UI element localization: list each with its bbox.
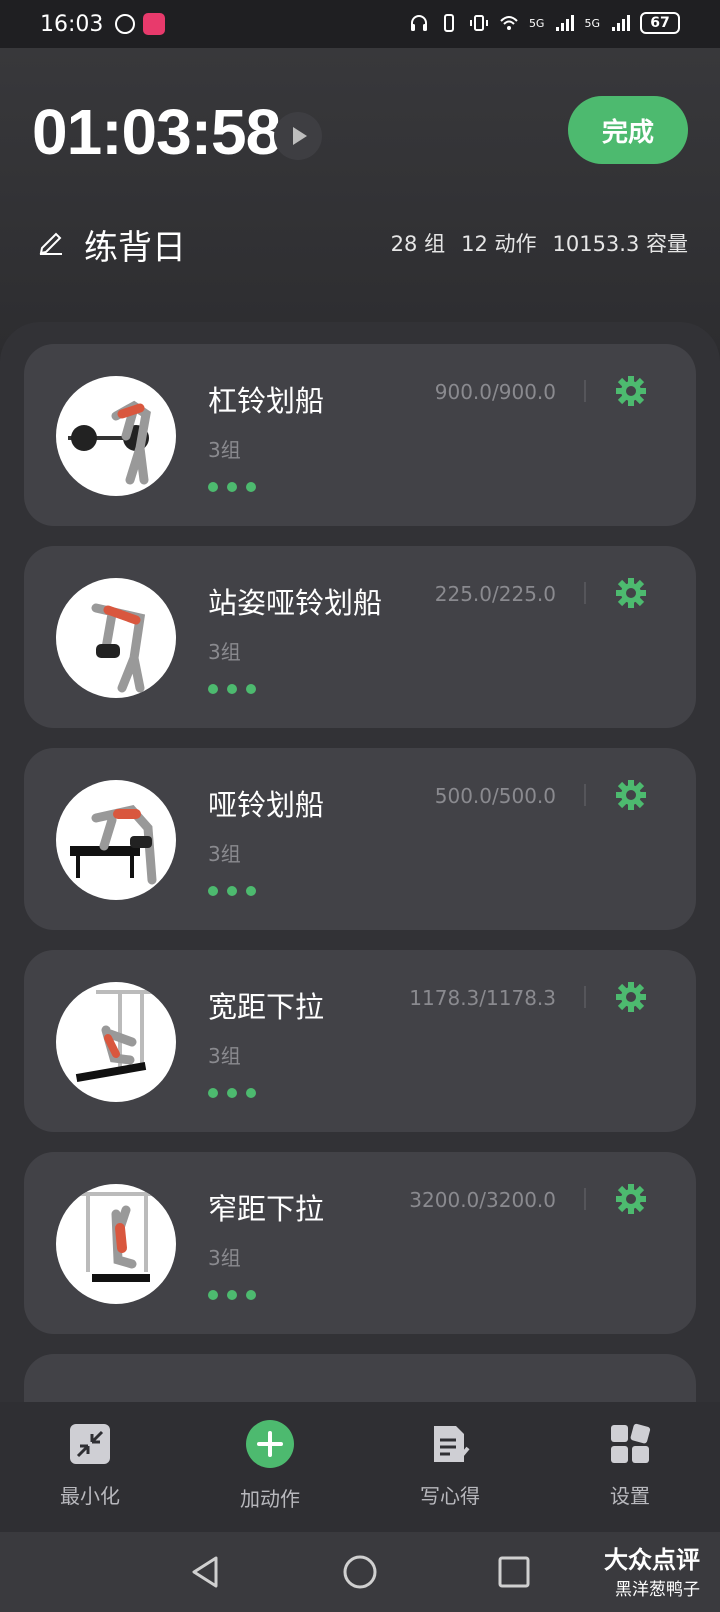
watermark: 大众点评 黑洋葱鸭子 [604, 1540, 700, 1600]
divider [584, 380, 586, 402]
recents-icon[interactable] [494, 1552, 534, 1592]
gear-icon[interactable] [614, 576, 648, 610]
workout-header [0, 48, 720, 348]
battery-icon: 67 [640, 12, 680, 34]
app-notification-icon [143, 13, 166, 35]
signal-icon [556, 15, 575, 31]
wifi-icon [500, 16, 518, 30]
network-5g-label-a: 5G [528, 16, 545, 30]
notes-icon [434, 1426, 470, 1462]
divider [584, 582, 586, 604]
add-exercise-label: 加动作 [240, 1487, 300, 1511]
divider [584, 784, 586, 806]
exercise-name: 杠铃划船 [208, 384, 325, 418]
add-icon [246, 1420, 294, 1468]
exercise-card-partial[interactable] [24, 1354, 696, 1402]
minimize-label: 最小化 [60, 1484, 120, 1508]
stat-sets: 28 组 [390, 232, 446, 256]
more-options-dots[interactable] [208, 1088, 256, 1098]
status-time: 16:03 [40, 11, 104, 37]
settings-label: 设置 [610, 1484, 650, 1508]
play-icon [293, 127, 307, 145]
gear-icon[interactable] [614, 1182, 648, 1216]
workout-title[interactable]: 练背日 [84, 220, 186, 269]
exercise-card[interactable]: 哑铃划船 3组 500.0/500.0 [24, 748, 696, 930]
more-options-dots[interactable] [208, 1290, 256, 1300]
bottom-toolbar: 最小化 加动作 写心得 设置 [0, 1402, 720, 1532]
exercise-sets: 3组 [208, 438, 241, 462]
exercise-sets: 3组 [208, 640, 241, 664]
exercise-volume: 900.0/900.0 [434, 380, 556, 404]
exercise-card[interactable]: 杠铃划船 3组 900.0/900.0 [24, 344, 696, 526]
exercise-name: 哑铃划船 [208, 788, 325, 822]
exercise-card[interactable]: 宽距下拉 3组 1178.3/1178.3 [24, 950, 696, 1132]
stat-volume: 10153.3 容量 [552, 232, 688, 256]
stat-exercises: 12 动作 [461, 232, 537, 256]
exercise-name: 宽距下拉 [208, 990, 325, 1024]
minimize-icon [70, 1424, 110, 1464]
workout-timer: 01:03:58 [32, 96, 281, 168]
exercise-card[interactable]: 窄距下拉 3组 3200.0/3200.0 [24, 1152, 696, 1334]
device-battery-icon [443, 14, 454, 32]
gear-icon[interactable] [614, 778, 648, 812]
more-options-dots[interactable] [208, 482, 256, 492]
exercise-volume: 500.0/500.0 [434, 784, 556, 808]
exercise-thumbnail [56, 578, 176, 698]
minimize-button[interactable]: 最小化 [0, 1402, 180, 1532]
exercise-thumbnail [56, 376, 176, 496]
exercise-volume: 1178.3/1178.3 [409, 986, 556, 1010]
exercise-volume: 225.0/225.0 [434, 582, 556, 606]
signal-icon-2 [612, 15, 630, 31]
vibrate-icon [469, 15, 488, 31]
exercise-sets: 3组 [208, 1246, 241, 1270]
status-bar: 16:03 5G 5G 67 [0, 0, 720, 48]
gear-icon[interactable] [614, 374, 648, 408]
watermark-user: 黑洋葱鸭子 [615, 1580, 700, 1600]
workout-stats: 28 组 12 动作 10153.3 容量 [391, 228, 688, 258]
exercise-thumbnail [56, 1184, 176, 1304]
settings-button[interactable]: 设置 [540, 1402, 720, 1532]
back-icon[interactable] [186, 1552, 226, 1592]
exercise-sets: 3组 [208, 842, 241, 866]
home-icon[interactable] [340, 1552, 380, 1592]
alarm-icon [115, 14, 136, 34]
grid-settings-icon [611, 1423, 651, 1463]
add-exercise-button[interactable]: 加动作 [180, 1402, 360, 1532]
gear-icon[interactable] [614, 980, 648, 1014]
exercise-name: 站姿哑铃划船 [208, 586, 383, 620]
divider [584, 986, 586, 1008]
watermark-brand: 大众点评 [604, 1546, 700, 1574]
exercise-sets: 3组 [208, 1044, 241, 1068]
exercise-volume: 3200.0/3200.0 [409, 1188, 556, 1212]
exercise-card[interactable]: 站姿哑铃划船 3组 225.0/225.0 [24, 546, 696, 728]
exercise-name: 窄距下拉 [208, 1192, 325, 1226]
system-nav-bar: 大众点评 黑洋葱鸭子 [0, 1532, 720, 1612]
divider [584, 1188, 586, 1210]
exercise-list: 杠铃划船 3组 900.0/900.0 站姿哑铃划船 3组 225.0/225.… [0, 322, 720, 1402]
write-notes-label: 写心得 [420, 1484, 480, 1508]
headphones-icon [410, 15, 427, 31]
more-options-dots[interactable] [208, 886, 256, 896]
exercise-thumbnail [56, 982, 176, 1102]
network-5g-label-b: 5G [584, 16, 600, 30]
more-options-dots[interactable] [208, 684, 256, 694]
write-notes-button[interactable]: 写心得 [360, 1402, 540, 1532]
finish-button[interactable]: 完成 [568, 96, 688, 164]
edit-title-icon[interactable] [36, 226, 66, 256]
play-button[interactable] [274, 112, 322, 160]
exercise-thumbnail [56, 780, 176, 900]
